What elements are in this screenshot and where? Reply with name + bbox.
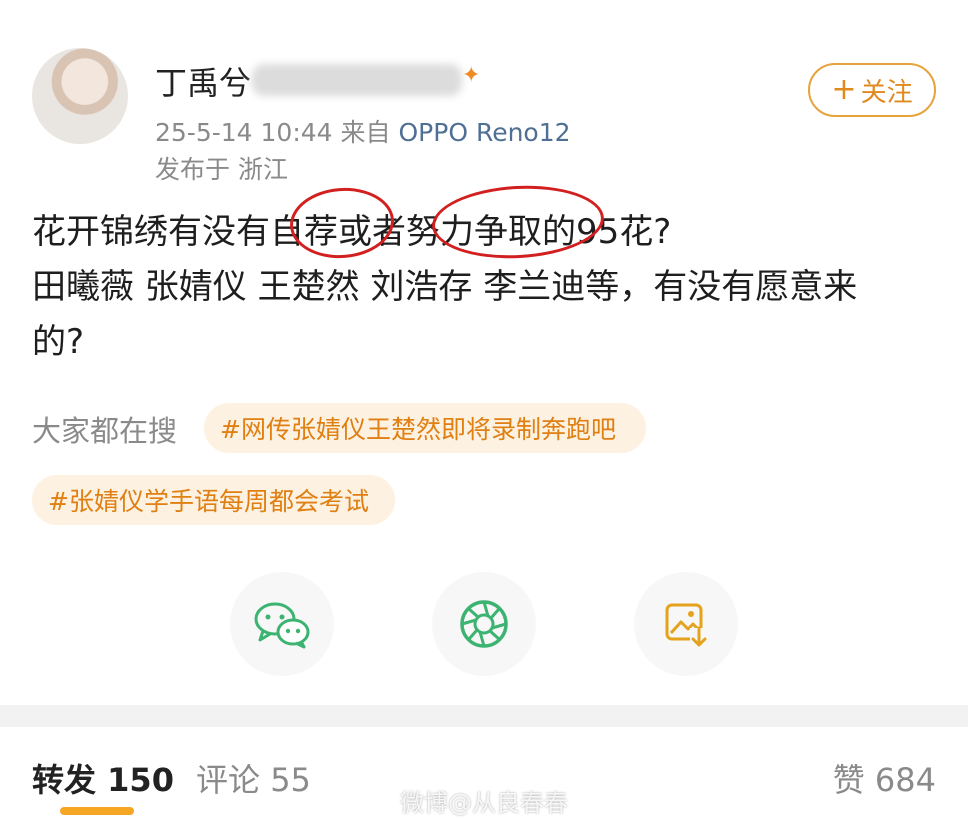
- active-tab-indicator: [60, 807, 134, 815]
- post-card: 丁禹兮 ✦ 25-5-14 10:44 来自 OPPO Reno12 发布于 浙…: [0, 0, 968, 705]
- tab-like[interactable]: 赞 684: [833, 755, 936, 801]
- share-wechat-button[interactable]: [230, 572, 334, 676]
- share-moments-button[interactable]: [432, 572, 536, 676]
- content-line: 田曦薇 张婧仪 王楚然 刘浩存 李兰迪等，有没有愿意来: [32, 267, 858, 307]
- save-image-icon: [665, 603, 708, 647]
- tab-like-label: 赞: [832, 761, 865, 799]
- avatar[interactable]: [32, 48, 128, 144]
- wechat-icon: [254, 602, 310, 649]
- post-location: 发布于 浙江: [155, 155, 288, 184]
- tab-comment-count: 55: [270, 761, 311, 799]
- tab-comment[interactable]: 评论 55: [196, 755, 311, 801]
- tab-forward-label: 转发: [32, 761, 97, 799]
- trending-tag[interactable]: #网传张婧仪王楚然即将录制奔跑吧: [204, 403, 646, 453]
- source-prefix: 来自: [340, 118, 391, 147]
- tab-forward-count: 150: [107, 761, 174, 799]
- follow-button[interactable]: + 关注: [808, 63, 936, 117]
- moments-icon: [460, 600, 508, 648]
- post-meta: 25-5-14 10:44 来自 OPPO Reno12: [155, 113, 571, 149]
- tab-comment-label: 评论: [196, 761, 261, 799]
- section-divider: [0, 705, 968, 727]
- tab-like-count: 684: [874, 761, 936, 799]
- trending-tag[interactable]: #张婧仪学手语每周都会考试: [32, 475, 395, 525]
- device-name[interactable]: OPPO Reno12: [399, 118, 571, 147]
- tab-forward[interactable]: 转发 150: [32, 755, 174, 801]
- trending-search-label: 大家都在搜: [32, 414, 178, 448]
- plus-icon: +: [831, 72, 857, 107]
- vip-badge-icon: ✦: [462, 63, 481, 88]
- follow-label: 关注: [860, 77, 913, 108]
- content-line: 的?: [32, 322, 85, 362]
- username[interactable]: 丁禹兮: [155, 58, 251, 104]
- timestamp: 25-5-14 10:44: [155, 118, 333, 147]
- watermark: 微博@从良春春: [400, 789, 568, 817]
- blurred-name-suffix: [252, 64, 462, 96]
- save-image-button[interactable]: [634, 572, 738, 676]
